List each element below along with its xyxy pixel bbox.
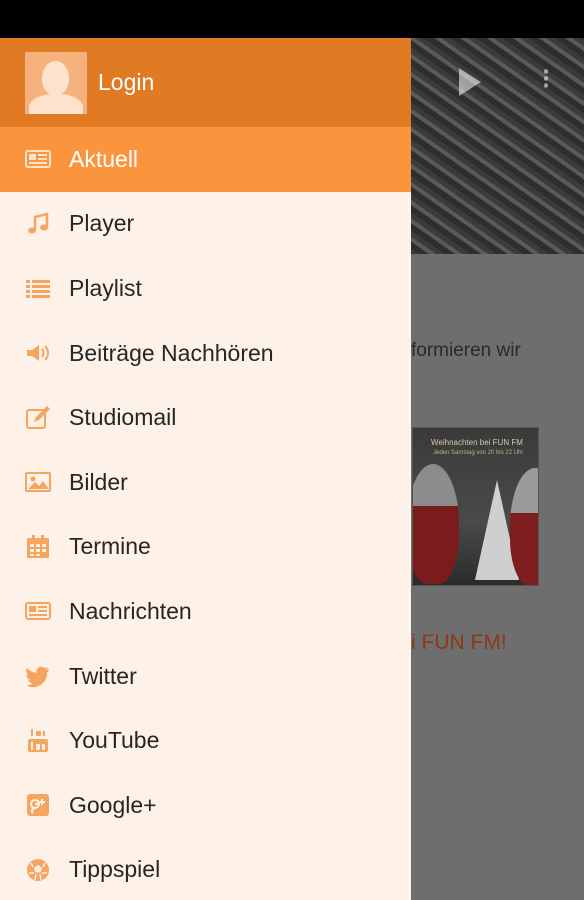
google-plus-icon [25, 792, 51, 818]
menu-item-tippspiel[interactable]: Tippspiel [0, 838, 411, 900]
music-note-icon [25, 211, 51, 237]
status-bar [0, 0, 584, 38]
image-icon [25, 469, 51, 495]
menu-item-aktuell[interactable]: Aktuell [0, 127, 411, 192]
menu-label: Termine [69, 533, 151, 560]
login-header[interactable]: Login [0, 38, 411, 127]
menu-item-termine[interactable]: Termine [0, 515, 411, 580]
menu-label: Bilder [69, 468, 128, 495]
image-caption: Weihnachten bei FUN FM [431, 438, 523, 447]
menu-item-bilder[interactable]: Bilder [0, 450, 411, 515]
menu-label: Google+ [69, 791, 157, 818]
menu-label: Nachrichten [69, 597, 192, 624]
newspaper-icon [25, 146, 51, 172]
menu-item-nachrichten[interactable]: Nachrichten [0, 579, 411, 644]
figure-left [413, 464, 459, 584]
menu-item-beitraege-nachhoeren[interactable]: Beiträge Nachhören [0, 321, 411, 386]
speaker-icon [25, 340, 51, 366]
twitter-icon [25, 663, 51, 689]
soccer-ball-icon [25, 857, 51, 883]
calendar-icon [25, 534, 51, 560]
edit-icon [25, 405, 51, 431]
menu-label: Playlist [69, 274, 142, 301]
image-subcaption: Jeden Samstag von 20 bis 22 Uhr [433, 450, 524, 456]
article-image: Weihnachten bei FUN FM Jeden Samstag von… [412, 427, 539, 586]
menu-label: Twitter [69, 662, 137, 689]
menu-item-player[interactable]: Player [0, 192, 411, 257]
youtube-icon [25, 728, 51, 754]
menu-label: Tippspiel [69, 856, 161, 883]
menu-item-playlist[interactable]: Playlist [0, 256, 411, 321]
menu-item-twitter[interactable]: Twitter [0, 644, 411, 709]
article-text: formieren wir [411, 340, 521, 361]
news-icon [25, 598, 51, 624]
menu-label: Studiomail [69, 404, 177, 431]
navigation-drawer: Login Aktuell Player Playlist Beiträge N… [0, 38, 411, 900]
menu-label: Aktuell [69, 145, 139, 172]
play-icon [459, 68, 481, 96]
menu-item-youtube[interactable]: YouTube [0, 708, 411, 773]
menu-label: Player [69, 210, 135, 237]
overflow-menu-icon [544, 68, 548, 88]
menu-item-studiomail[interactable]: Studiomail [0, 385, 411, 450]
avatar [25, 51, 87, 114]
menu-item-google-plus[interactable]: Google+ [0, 773, 411, 838]
menu-label: YouTube [69, 727, 160, 754]
login-label: Login [98, 69, 155, 95]
menu-label: Beiträge Nachhören [69, 339, 274, 366]
list-icon [25, 275, 51, 301]
article-headline: i FUN FM! [411, 631, 507, 654]
